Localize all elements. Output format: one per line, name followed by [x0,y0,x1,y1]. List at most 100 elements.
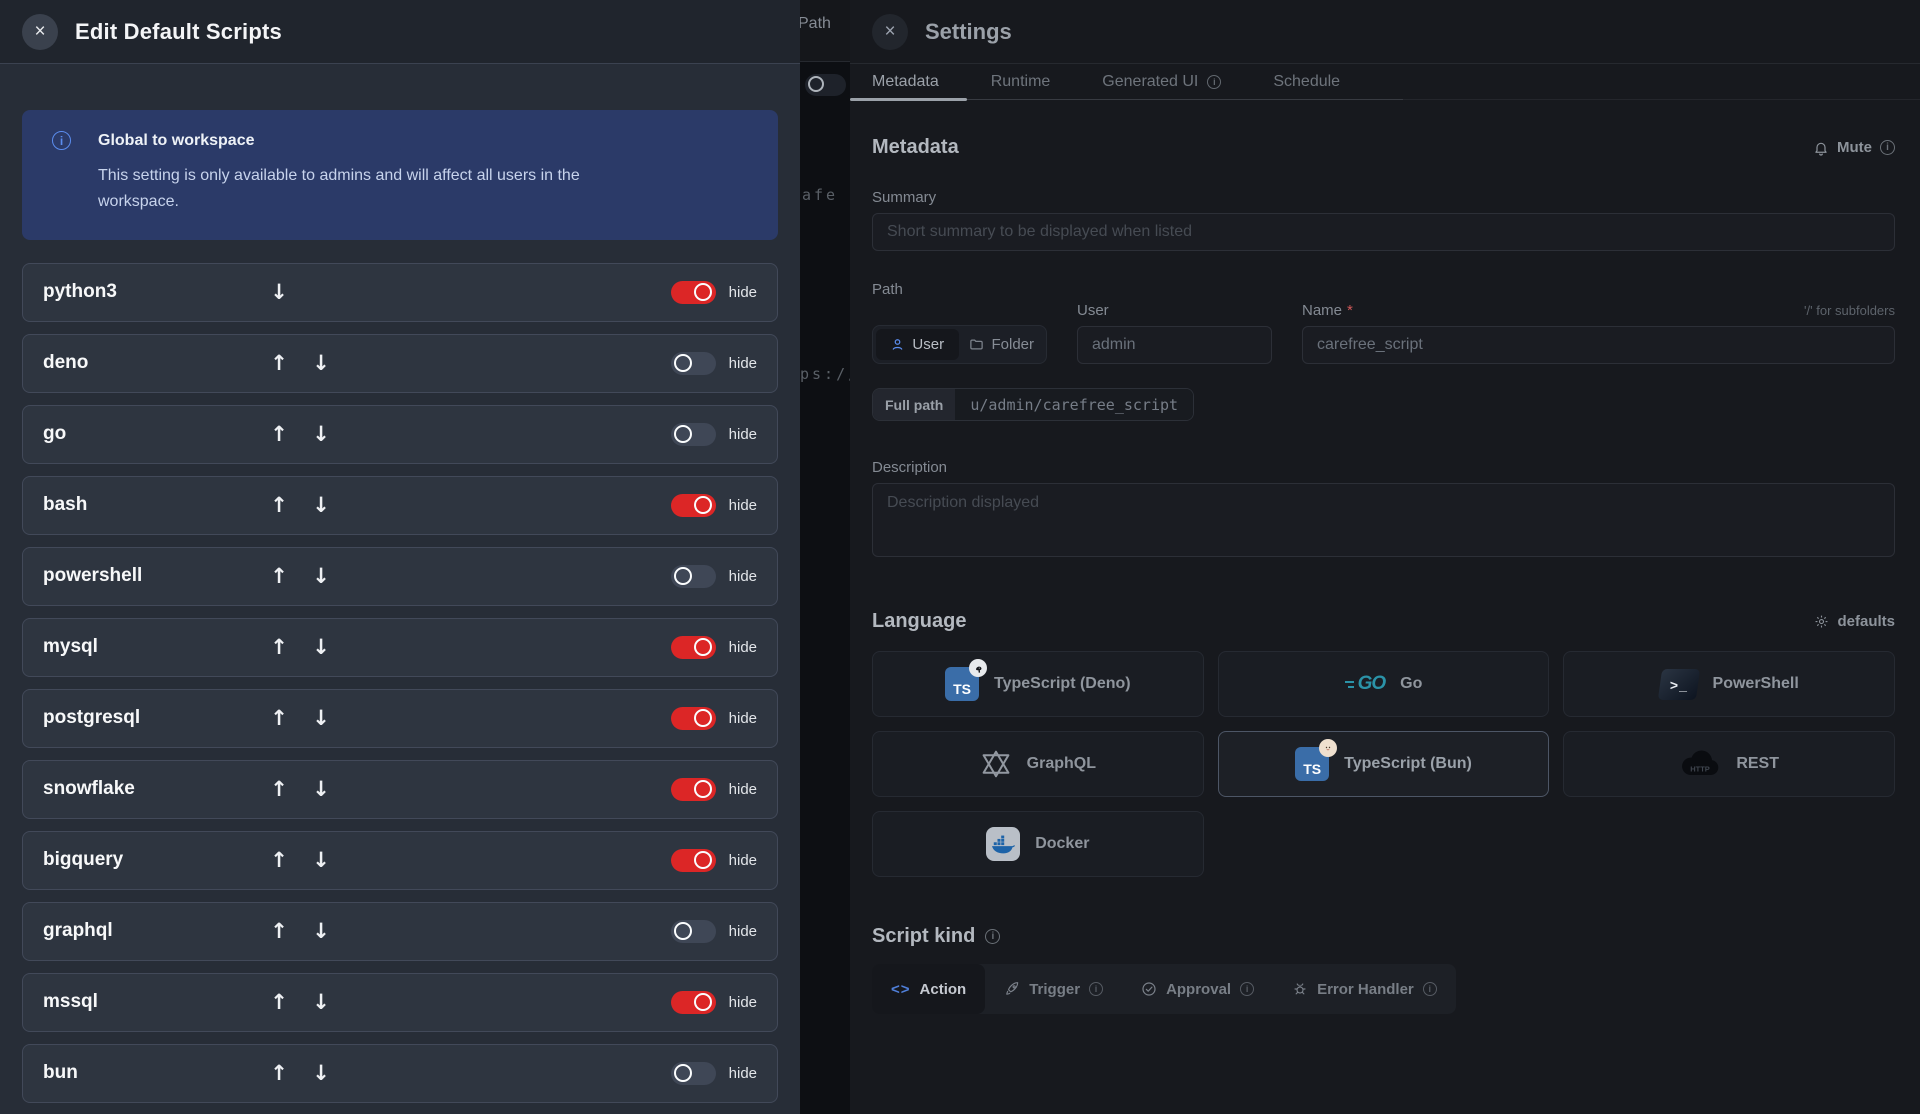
script-kind-info-icon: i [985,929,1001,944]
move-down-button[interactable]: ↓ [307,706,335,730]
move-up-button[interactable]: ↑ [265,706,293,730]
bun-icon [1319,739,1338,757]
language-option-docker[interactable]: Docker [872,811,1204,877]
description-textarea[interactable] [872,483,1895,557]
mute-button[interactable]: Mute i [1813,139,1895,156]
tab-info-icon: i [1207,74,1222,89]
move-up-button[interactable]: ↑ [265,493,293,517]
move-down-button[interactable]: ↓ [307,351,335,375]
script-kind-trigger[interactable]: Trigger i [985,964,1122,1014]
tab-metadata[interactable]: Metadata [850,64,967,101]
move-up-button[interactable]: ↑ [265,635,293,659]
hide-toggle[interactable] [670,777,716,801]
kind-info-icon: i [1089,982,1104,996]
name-input[interactable] [1302,326,1895,364]
kind-info-icon: i [1422,982,1437,996]
full-path-value: u/admin/carefree_script [955,389,1194,420]
hide-toggle[interactable] [670,990,716,1014]
move-up-button[interactable]: ↑ [265,990,293,1014]
description-label: Description [872,459,948,476]
hide-toggle[interactable] [670,635,716,659]
move-down-button[interactable]: ↓ [307,990,335,1014]
language-name: graphql [43,920,113,942]
user-icon [892,339,903,350]
move-down-button[interactable]: ↓ [307,777,335,801]
path-label: Path [872,281,903,298]
move-down-button[interactable]: ↓ [307,848,335,872]
hide-label: hide [728,1064,757,1082]
script-kind-label: Trigger [1029,980,1081,998]
move-up-button[interactable]: ↑ [265,351,293,375]
script-kind-label: Action [919,980,967,998]
tab-schedule[interactable]: Schedule [1273,64,1340,99]
language-option-typescript-bun[interactable]: TS TypeScript (Bun) [1217,731,1550,797]
summary-label: Summary [872,189,937,206]
language-name: bash [43,494,88,516]
hide-toggle[interactable] [670,919,716,943]
language-option-rest[interactable]: HTTP REST [1563,731,1895,797]
rest-cloud-icon: HTTP [1682,750,1719,775]
settings-drawer: × Settings Metadata Runtime Generated UI i S… [850,0,1920,1114]
move-up-button[interactable]: ↑ [265,848,293,872]
language-name: mysql [43,636,98,658]
settings-title: Settings [925,18,1012,44]
settings-tabbar: Metadata Runtime Generated UI i Schedule [850,64,1920,101]
powershell-icon: >_ [1657,668,1700,700]
tab-runtime[interactable]: Runtime [991,64,1051,99]
move-down-button[interactable]: ↓ [265,280,293,304]
hide-toggle[interactable] [670,351,716,375]
language-option-go[interactable]: GO Go [1217,651,1550,717]
info-icon: i [52,131,71,150]
owner-folder-option[interactable]: Folder [961,329,1044,360]
default-script-row: bigquery ↑ ↓ hide [22,830,778,890]
script-kind-action[interactable]: <> Action [872,964,986,1014]
move-up-button[interactable]: ↑ [265,919,293,943]
move-up-button[interactable]: ↑ [265,1061,293,1085]
svg-text:HTTP: HTTP [1691,765,1711,774]
go-icon: GO [1344,673,1386,695]
hide-toggle[interactable] [670,1061,716,1085]
language-name: python3 [43,281,117,303]
language-heading: Language [872,610,967,632]
full-path-label: Full path [873,389,956,420]
script-kind-approval[interactable]: Approval i [1122,964,1273,1014]
move-down-button[interactable]: ↓ [307,493,335,517]
script-kind-bar: <> Action Trigger i Approval i Error Hand… [872,964,1456,1014]
move-up-button[interactable]: ↑ [265,422,293,446]
tab-generated-ui[interactable]: Generated UI i [1102,64,1222,99]
info-box-body: This setting is only available to admins… [98,167,580,211]
language-option-powershell[interactable]: >_ PowerShell [1563,651,1895,717]
default-script-row: bun ↑ ↓ hide [22,1043,778,1103]
hide-toggle[interactable] [670,493,716,517]
owner-toggle: User Folder [872,325,1047,364]
move-down-button[interactable]: ↓ [307,422,335,446]
owner-user-option[interactable]: User [876,329,959,360]
summary-input[interactable] [872,213,1895,251]
hide-toggle[interactable] [670,706,716,730]
script-kind-error-handler[interactable]: Error Handler i [1273,964,1456,1014]
drawer-title: Edit Default Scripts [75,18,282,44]
hide-toggle[interactable] [670,280,716,304]
defaults-button[interactable]: defaults [1814,613,1895,630]
move-up-button[interactable]: ↑ [265,777,293,801]
required-asterisk: * [1347,302,1353,319]
language-option-typescript-deno[interactable]: TS TypeScript (Deno) [872,651,1204,717]
hide-toggle[interactable] [670,422,716,446]
drawer-close-button[interactable]: × [22,13,58,50]
move-down-button[interactable]: ↓ [307,564,335,588]
language-name: deno [43,352,89,374]
move-up-button[interactable]: ↑ [265,564,293,588]
script-rows: python3 ↓ hide deno ↑ ↓ hide go ↑ ↓ hide… [22,262,778,1103]
language-option-graphql[interactable]: GraphQL [872,731,1204,797]
default-script-row: snowflake ↑ ↓ hide [22,759,778,819]
hide-label: hide [728,354,757,372]
default-script-row: deno ↑ ↓ hide [22,333,778,393]
move-down-button[interactable]: ↓ [307,919,335,943]
hide-toggle[interactable] [670,848,716,872]
move-down-button[interactable]: ↓ [307,1061,335,1085]
move-down-button[interactable]: ↓ [307,635,335,659]
language-name: bun [43,1062,78,1084]
settings-close-button[interactable]: × [872,13,908,50]
user-input[interactable] [1077,326,1272,364]
hide-toggle[interactable] [670,564,716,588]
